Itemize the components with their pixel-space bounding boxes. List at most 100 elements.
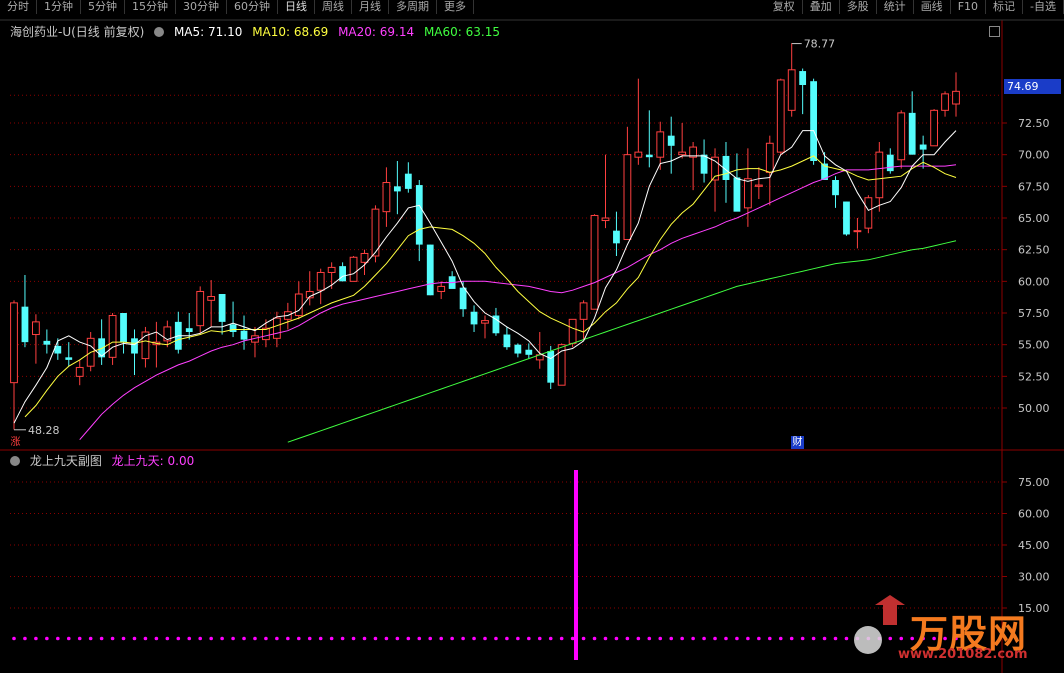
candle-body-down bbox=[547, 351, 555, 383]
candle-body-down bbox=[426, 244, 434, 296]
sub-value-dot bbox=[691, 636, 695, 641]
candle-body-up bbox=[853, 230, 862, 233]
candle-body-down bbox=[404, 173, 412, 189]
sub-value-dot bbox=[23, 636, 27, 641]
y-tick-label: 72.50 bbox=[1018, 117, 1050, 130]
candle-body-down bbox=[229, 324, 237, 332]
sub-value-dot bbox=[45, 636, 49, 641]
sub-indicator-value: 龙上九天: 0.00 bbox=[111, 454, 195, 468]
sub-indicator-name: 龙上九天副图 bbox=[29, 454, 102, 468]
sub-value-dot bbox=[373, 636, 378, 641]
candle-body-up bbox=[623, 154, 632, 241]
sub-value-dot bbox=[472, 636, 476, 641]
ma10-line bbox=[24, 155, 957, 418]
sub-value-dot bbox=[647, 636, 652, 641]
candle-body-up bbox=[787, 69, 796, 111]
settings-icon[interactable] bbox=[154, 26, 165, 37]
sub-value-dot bbox=[275, 636, 279, 641]
y-tick-label: 60.00 bbox=[1018, 275, 1050, 288]
sub-value-dot bbox=[888, 636, 893, 641]
candle-body-down bbox=[120, 313, 127, 343]
sub-settings-icon[interactable] bbox=[10, 455, 20, 466]
sub-y-tick-label: 30.00 bbox=[1018, 571, 1050, 584]
candle-body-up bbox=[875, 151, 884, 199]
sub-value-dot bbox=[822, 636, 827, 641]
ma60-line bbox=[287, 240, 957, 443]
candle-body-up bbox=[656, 131, 665, 158]
sub-value-dot bbox=[253, 636, 257, 641]
sub-value-dot bbox=[658, 636, 663, 641]
sub-value-dot bbox=[778, 636, 783, 641]
sub-value-dot bbox=[264, 636, 268, 641]
sub-value-dot bbox=[669, 636, 674, 641]
sub-value-dot bbox=[121, 636, 126, 641]
y-tick-label: 62.50 bbox=[1018, 244, 1050, 257]
candle-body-down bbox=[908, 112, 916, 155]
candle-body-up bbox=[897, 112, 906, 161]
sub-value-dot bbox=[143, 636, 148, 641]
candle-body-down bbox=[667, 135, 675, 146]
candle-body-down bbox=[843, 201, 850, 235]
sub-value-dot bbox=[713, 636, 717, 641]
candle-body-up bbox=[952, 90, 960, 105]
candle-body-down bbox=[240, 330, 248, 340]
candle-body-up bbox=[108, 315, 117, 358]
candle-body-down bbox=[415, 185, 423, 245]
sub-y-tick-label: 60.00 bbox=[1018, 508, 1050, 521]
sub-value-dot bbox=[154, 636, 159, 641]
candle-body-down bbox=[503, 334, 511, 348]
sub-value-dot bbox=[99, 636, 104, 641]
maximize-icon[interactable] bbox=[989, 26, 1000, 37]
sub-value-dot bbox=[844, 636, 849, 641]
candle-body-up bbox=[941, 93, 949, 111]
candle-body-down bbox=[65, 357, 73, 360]
candle-body-up bbox=[360, 252, 369, 263]
sub-value-dot bbox=[110, 636, 115, 641]
candle-body-up bbox=[743, 178, 752, 209]
candle-body-up bbox=[634, 151, 643, 158]
sub-value-dot bbox=[548, 636, 553, 641]
sub-value-dot bbox=[428, 636, 433, 641]
candle-body-down bbox=[393, 186, 401, 192]
y-tick-label: 65.00 bbox=[1018, 212, 1050, 225]
ma60-label: MA60: 63.15 bbox=[423, 25, 500, 39]
sub-value-dot bbox=[559, 636, 564, 641]
sub-value-dot bbox=[527, 636, 531, 641]
candle-body-down bbox=[613, 230, 620, 244]
ma10-label: MA10: 68.69 bbox=[252, 25, 329, 39]
candle-body-down bbox=[799, 71, 807, 85]
candle-body-down bbox=[185, 328, 193, 332]
sub-value-dot bbox=[746, 636, 750, 641]
sub-value-dot bbox=[220, 636, 224, 641]
sub-value-dot bbox=[242, 636, 246, 641]
sub-value-dot bbox=[702, 636, 706, 641]
candle-body-up bbox=[32, 321, 40, 336]
y-tick-label: 70.00 bbox=[1018, 149, 1050, 162]
y-tick-label: 55.00 bbox=[1018, 339, 1050, 352]
ma5-line bbox=[13, 130, 957, 424]
candle-body-down bbox=[339, 266, 347, 282]
chart-area[interactable]: 72.50 70.00 67.50 65.00 62.50 60.00 57.50 55.00… bbox=[0, 0, 1064, 673]
sub-value-dot bbox=[461, 636, 465, 641]
logo-mascot-icon bbox=[854, 626, 882, 654]
sub-value-dot bbox=[899, 636, 904, 641]
sub-value-dot bbox=[34, 636, 38, 641]
y-tick-label: 67.50 bbox=[1018, 180, 1050, 193]
candle-body-up bbox=[765, 142, 774, 173]
finance-badge[interactable]: 财 bbox=[791, 436, 804, 449]
candle-body-down bbox=[470, 311, 478, 325]
candle-body-down bbox=[832, 180, 839, 196]
candle-body-up bbox=[930, 109, 938, 147]
candle-body-up bbox=[327, 266, 336, 273]
sub-chart-title: 龙上九天副图 龙上九天: 0.00 bbox=[10, 452, 200, 469]
sub-value-dot bbox=[77, 636, 82, 641]
candle-body-up bbox=[481, 320, 489, 324]
main-chart-title: 海创药业-U(日线 前复权) MA5: 71.10 MA10: 68.69 MA… bbox=[10, 23, 506, 40]
y-tick-label: 57.50 bbox=[1018, 307, 1050, 320]
candle-body-down bbox=[810, 81, 818, 161]
sub-value-dot bbox=[516, 636, 520, 641]
sub-signal-bar bbox=[574, 470, 578, 660]
sub-value-dot bbox=[680, 636, 684, 641]
sub-value-dot bbox=[318, 636, 323, 641]
sub-value-dot bbox=[340, 636, 345, 641]
